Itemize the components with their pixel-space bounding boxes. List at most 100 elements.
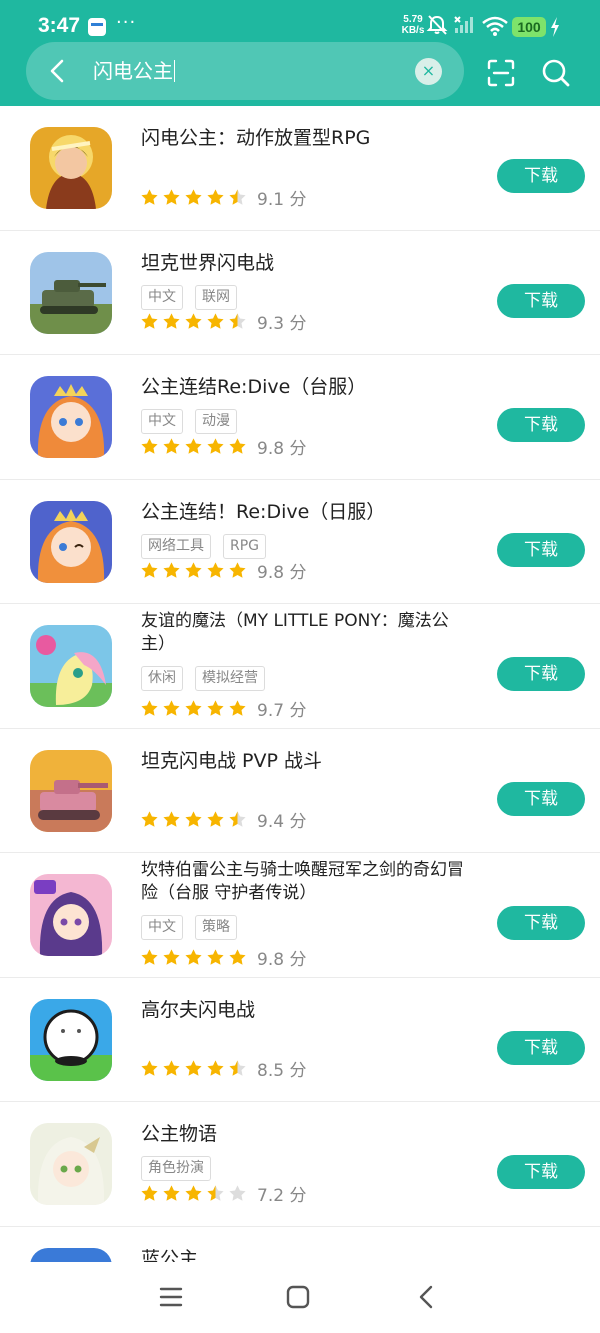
app-title[interactable]: 坦克闪电战 PVP 战斗: [141, 749, 471, 773]
elf-girl-icon[interactable]: [30, 1123, 112, 1205]
app-tag[interactable]: 中文: [141, 409, 183, 434]
app-title[interactable]: 公主连结Re:Dive（台服）: [141, 375, 471, 399]
star-filled-icon: [207, 437, 224, 454]
fantasy-warrior-icon[interactable]: [30, 127, 112, 209]
clear-search-icon[interactable]: ×: [415, 58, 442, 85]
app-tags: 中文 动漫: [141, 409, 237, 435]
system-nav-bar: [0, 1262, 600, 1333]
app-rating: 9.8 分: [140, 560, 306, 583]
search-results-list: 闪电公主：动作放置型RPG 9.1 分 下载 坦克世界闪电战 中文 联网 9.3…: [0, 106, 600, 1267]
star-rating: [140, 1184, 247, 1203]
app-row[interactable]: 高尔夫闪电战 8.5 分 下载: [0, 978, 600, 1102]
app-row[interactable]: 蓝公主: [0, 1227, 600, 1267]
search-bar[interactable]: 闪电公主 ×: [26, 42, 464, 100]
menu-icon[interactable]: [158, 1285, 184, 1309]
star-rating: [140, 188, 247, 207]
star-filled-icon: [185, 948, 202, 965]
mute-bell-icon: [426, 15, 448, 35]
app-tag[interactable]: 中文: [141, 284, 183, 310]
app-rating: 8.5 分: [140, 1058, 306, 1081]
top-bar: 3:47 ··· 5.79 KB/s 100 闪电公主 ×: [0, 0, 600, 106]
download-button[interactable]: 下载: [497, 781, 585, 816]
star-filled-icon: [207, 699, 224, 716]
app-tag[interactable]: 联网: [195, 284, 237, 310]
app-title[interactable]: 坦克世界闪电战: [141, 251, 471, 275]
app-row[interactable]: 坦克世界闪电战 中文 联网 9.3 分 下载: [0, 231, 600, 355]
star-filled-icon: [207, 948, 224, 965]
download-button[interactable]: 下载: [497, 159, 585, 193]
app-tag[interactable]: 策略: [195, 915, 237, 940]
text-caret: [174, 60, 175, 82]
search-icon[interactable]: [541, 58, 571, 88]
guardian-girl-icon[interactable]: [30, 874, 112, 956]
battle-tank-icon[interactable]: [30, 749, 112, 832]
star-filled-icon: [185, 313, 202, 329]
star-half-icon: [229, 1060, 246, 1076]
app-title[interactable]: 坎特伯雷公主与骑士唤醒冠军之剑的奇幻冒险（台服 守护者传说）: [141, 859, 471, 905]
anime-princess-icon[interactable]: [30, 500, 112, 583]
signal-icon: [454, 16, 473, 33]
pony-icon[interactable]: [30, 625, 112, 707]
app-title[interactable]: 高尔夫闪电战: [141, 998, 471, 1022]
download-button[interactable]: 下载: [497, 906, 585, 940]
star-filled-icon: [163, 948, 180, 965]
app-score: 9.7 分: [257, 700, 307, 721]
app-tag[interactable]: 网络工具: [141, 533, 211, 559]
app-row[interactable]: 公主连结！Re:Dive（日服） 网络工具 RPG 9.8 分 下载: [0, 480, 600, 604]
app-row[interactable]: 友谊的魔法（MY LITTLE PONY：魔法公主） 休闲 模拟经营 9.7 分…: [0, 604, 600, 729]
search-input[interactable]: 闪电公主: [93, 57, 175, 85]
app-rating: 9.8 分: [140, 435, 307, 459]
app-title[interactable]: 友谊的魔法（MY LITTLE PONY：魔法公主）: [141, 610, 471, 656]
app-tag[interactable]: RPG: [223, 533, 267, 559]
download-button[interactable]: 下载: [497, 283, 585, 318]
battery-level: 100: [512, 17, 546, 37]
app-row[interactable]: 坎特伯雷公主与骑士唤醒冠军之剑的奇幻冒险（台服 守护者传说） 中文 策略 9.8…: [0, 853, 600, 978]
app-tag[interactable]: 模拟经营: [195, 666, 265, 691]
app-title[interactable]: 闪电公主：动作放置型RPG: [141, 126, 471, 150]
back-arrow-icon[interactable]: [44, 57, 72, 85]
app-row[interactable]: 坦克闪电战 PVP 战斗 9.4 分 下载: [0, 729, 600, 853]
download-button[interactable]: 下载: [497, 1030, 585, 1065]
download-button[interactable]: 下载: [497, 1155, 585, 1189]
anime-princess-icon[interactable]: [30, 376, 112, 458]
star-filled-icon: [185, 437, 202, 454]
star-filled-icon: [141, 699, 158, 716]
app-rating: 9.4 分: [140, 809, 307, 832]
tank-icon[interactable]: [30, 251, 112, 334]
app-title[interactable]: 公主物语: [141, 1122, 471, 1146]
back-icon[interactable]: [414, 1284, 440, 1310]
star-filled-icon: [185, 1060, 202, 1076]
app-tag[interactable]: 中文: [141, 915, 183, 940]
app-title[interactable]: 公主连结！Re:Dive（日服）: [141, 500, 471, 524]
scan-icon[interactable]: [486, 58, 516, 88]
app-score: 9.1 分: [257, 189, 307, 210]
app-tag[interactable]: 休闲: [141, 666, 183, 691]
app-score: 9.8 分: [257, 438, 307, 459]
star-filled-icon: [163, 1060, 180, 1076]
app-row[interactable]: 闪电公主：动作放置型RPG 9.1 分 下载: [0, 106, 600, 231]
app-rating: 7.2 分: [140, 1182, 306, 1206]
star-filled-icon: [229, 562, 246, 578]
star-filled-icon: [141, 562, 158, 578]
app-row[interactable]: 公主连结Re:Dive（台服） 中文 动漫 9.8 分 下载: [0, 355, 600, 480]
golf-ball-icon[interactable]: [30, 998, 112, 1081]
app-score: 9.4 分: [257, 812, 307, 832]
star-filled-icon: [185, 1184, 202, 1201]
app-tag[interactable]: 动漫: [195, 409, 237, 434]
home-icon[interactable]: [285, 1284, 311, 1310]
star-filled-icon: [207, 313, 224, 329]
star-filled-icon: [229, 948, 246, 965]
star-half-icon: [229, 313, 246, 329]
download-button[interactable]: 下载: [497, 532, 585, 567]
network-speed-value: 5.79: [403, 14, 423, 25]
star-filled-icon: [229, 437, 246, 454]
star-filled-icon: [229, 699, 246, 716]
star-filled-icon: [185, 562, 202, 578]
search-query: 闪电公主: [93, 59, 173, 83]
star-filled-icon: [141, 188, 158, 205]
download-button[interactable]: 下载: [497, 657, 585, 691]
star-filled-icon: [163, 1184, 180, 1201]
app-row[interactable]: 公主物语 角色扮演 7.2 分 下载: [0, 1102, 600, 1227]
download-button[interactable]: 下载: [497, 408, 585, 442]
app-tag[interactable]: 角色扮演: [141, 1156, 211, 1181]
